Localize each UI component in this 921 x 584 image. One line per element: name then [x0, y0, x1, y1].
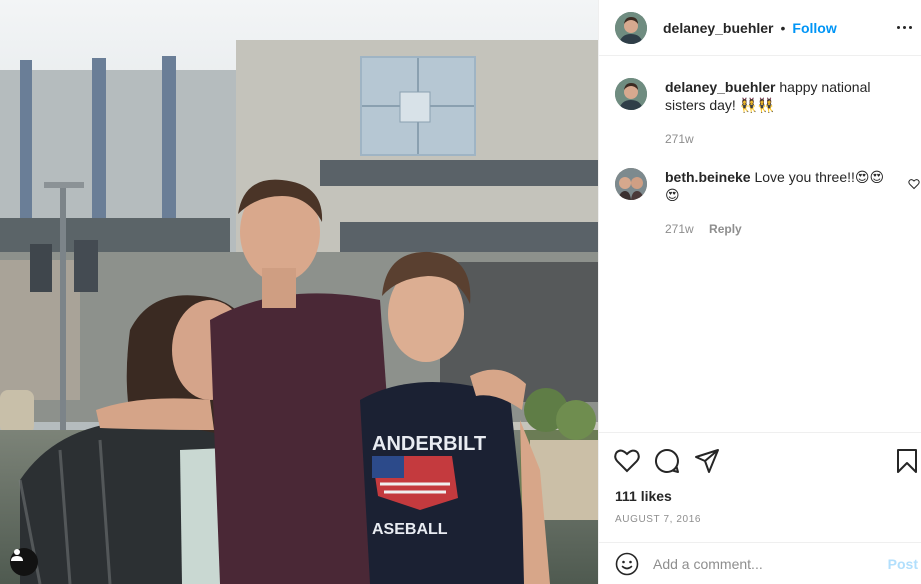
- avatar-image: [615, 168, 647, 200]
- bookmark-icon[interactable]: [893, 447, 921, 475]
- comment-time[interactable]: 271w: [665, 222, 694, 236]
- comment-body: beth.beineke Love you three!!😍😍😍 271w Re…: [665, 168, 897, 238]
- add-comment-input[interactable]: [653, 555, 873, 572]
- comment-icon[interactable]: [653, 447, 681, 475]
- comment-item: beth.beineke Love you three!!😍😍😍 271w Re…: [615, 168, 915, 238]
- avatar-image: [615, 11, 647, 44]
- author-avatar[interactable]: [615, 11, 647, 44]
- add-comment-bar: Post: [599, 542, 921, 584]
- post-date[interactable]: AUGUST 7, 2016: [615, 514, 701, 525]
- svg-text:ANDERBILT: ANDERBILT: [372, 433, 486, 455]
- likes-count[interactable]: 111 likes: [615, 488, 672, 504]
- tagged-users-button[interactable]: [10, 548, 38, 576]
- more-options-icon[interactable]: [893, 16, 915, 38]
- comment-like-heart-icon[interactable]: [908, 178, 920, 190]
- comments-list: delaney_buehler happy national sisters d…: [599, 56, 921, 432]
- caption-body: delaney_buehler happy national sisters d…: [665, 78, 897, 148]
- post-side-panel: delaney_buehler • Follow delaney_buehler: [598, 0, 921, 584]
- author-username[interactable]: delaney_buehler: [663, 20, 774, 36]
- caption-meta: 271w: [665, 130, 897, 148]
- commenter-avatar[interactable]: [615, 168, 647, 200]
- person-icon: [11, 549, 23, 561]
- instagram-post: ANDERBILT ASEBALL delaney_buehler • Foll…: [0, 0, 921, 584]
- caption-username[interactable]: delaney_buehler: [665, 79, 776, 95]
- commenter-username[interactable]: beth.beineke: [665, 169, 751, 185]
- post-photo[interactable]: ANDERBILT ASEBALL: [0, 0, 598, 584]
- caption-avatar[interactable]: [615, 78, 647, 110]
- emoji-icon[interactable]: [615, 552, 639, 576]
- reply-button[interactable]: Reply: [709, 222, 742, 236]
- post-header: delaney_buehler • Follow: [599, 0, 921, 56]
- follow-button[interactable]: Follow: [792, 20, 836, 36]
- comment-meta: 271w Reply: [665, 220, 897, 238]
- post-comment-button[interactable]: Post: [888, 556, 918, 572]
- heart-icon[interactable]: [613, 447, 641, 475]
- post-actions-bar: [599, 432, 921, 488]
- separator-dot: •: [780, 19, 786, 36]
- caption-time[interactable]: 271w: [665, 132, 694, 146]
- avatar-image: [615, 78, 647, 110]
- caption-comment: delaney_buehler happy national sisters d…: [615, 78, 915, 148]
- photo-illustration: ANDERBILT ASEBALL: [0, 0, 598, 584]
- share-icon[interactable]: [693, 447, 721, 475]
- svg-text:ASEBALL: ASEBALL: [372, 521, 448, 538]
